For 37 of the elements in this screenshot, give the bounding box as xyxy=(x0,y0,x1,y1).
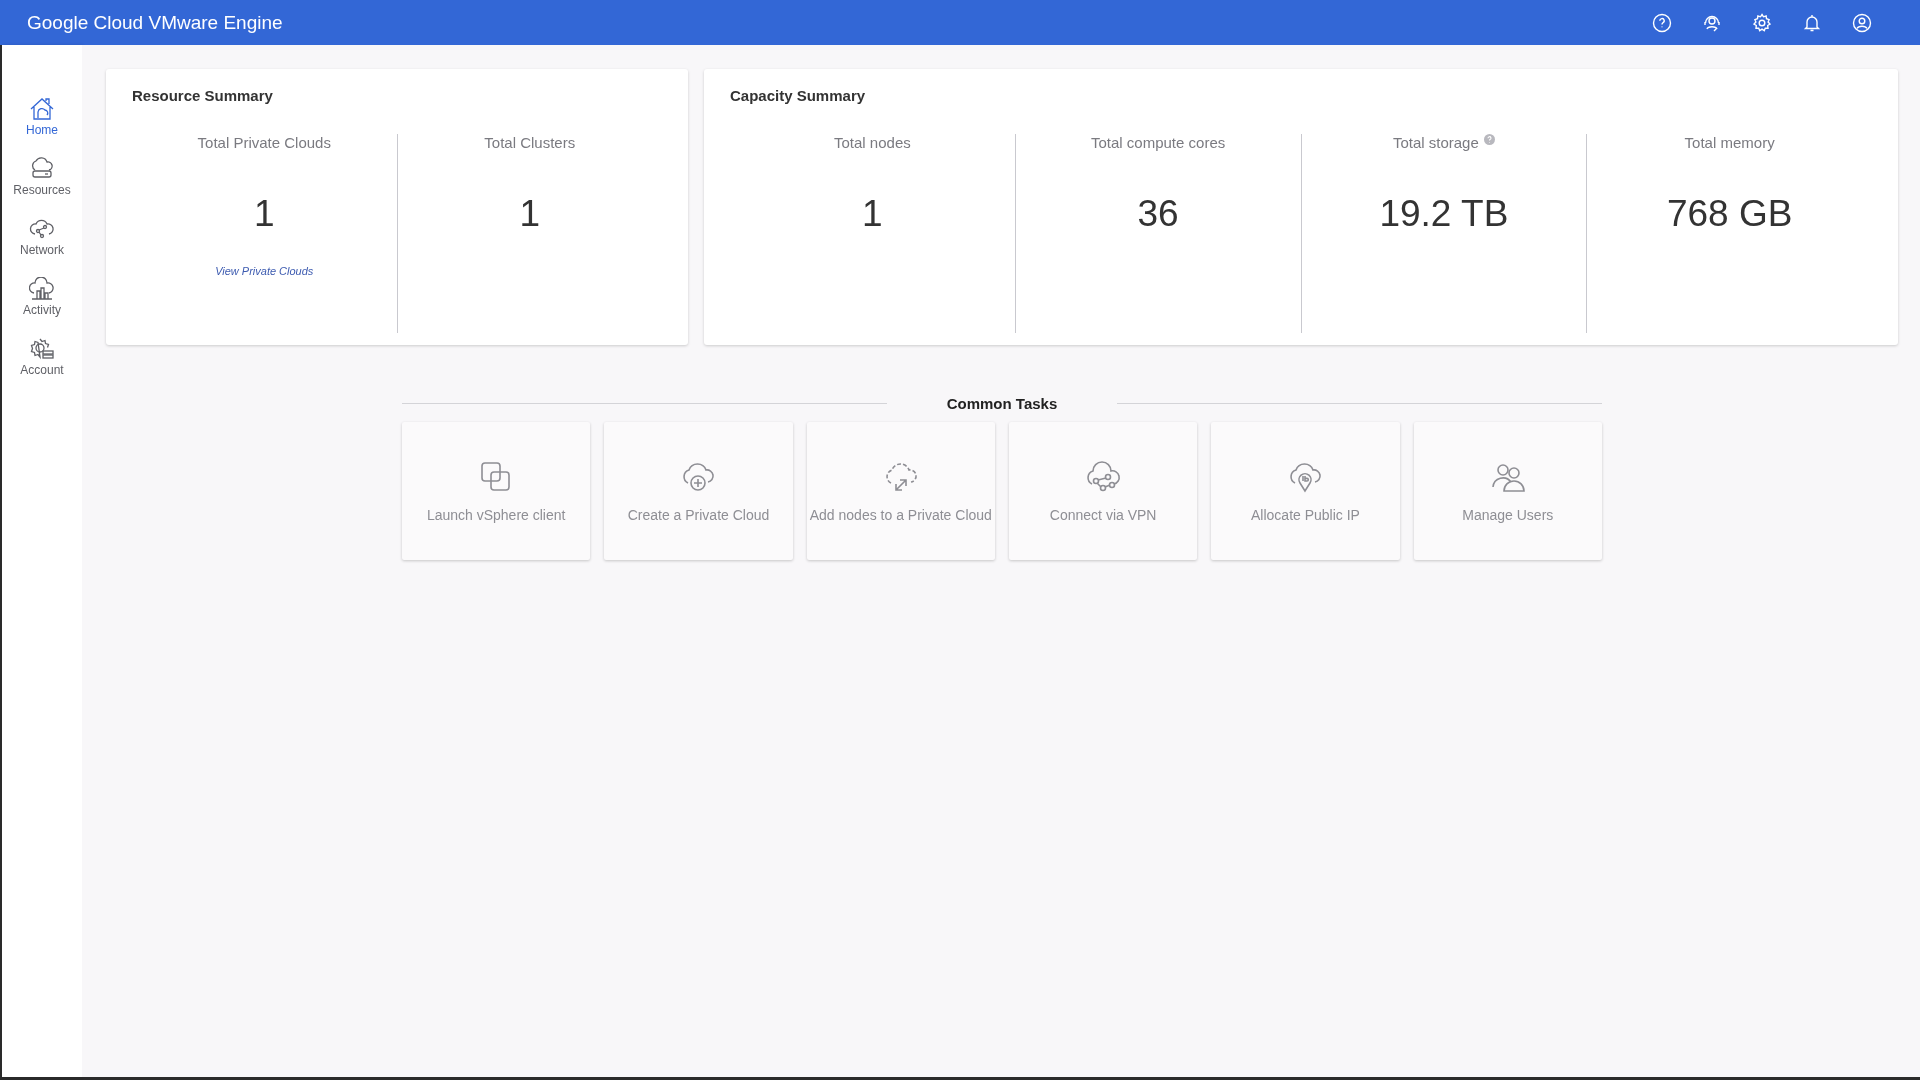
card-title: Resource Summary xyxy=(132,87,274,104)
stat-label: Total memory xyxy=(1684,134,1775,151)
cloud-chart-icon xyxy=(29,277,55,301)
task-tile[interactable]: Connect via VPN xyxy=(1009,422,1198,560)
stat-label: Total compute cores xyxy=(1091,134,1226,151)
task-tile[interactable]: Add nodes to a Private Cloud xyxy=(806,422,995,560)
section-title: Common Tasks xyxy=(946,395,1058,412)
stat-value: 1 xyxy=(253,193,275,235)
nav-item[interactable]: Activity xyxy=(21,275,63,319)
task-tile[interactable]: Allocate Public IP xyxy=(1211,422,1400,560)
stat-label: Total Clusters xyxy=(484,134,576,151)
bell-icon[interactable] xyxy=(1802,12,1822,33)
stat-value: 1 xyxy=(519,193,541,235)
stat-label: Total storage xyxy=(1392,134,1479,151)
account-icon[interactable] xyxy=(1852,12,1872,33)
cloud-network-icon xyxy=(29,217,55,241)
house-icon xyxy=(29,97,55,121)
stat-value: 768 GB xyxy=(1666,193,1793,235)
card-title: Capacity Summary xyxy=(730,87,867,104)
gear-server-icon xyxy=(29,337,55,361)
task-tile[interactable]: Create a Private Cloud xyxy=(604,422,793,560)
stat-value: 19.2 TB xyxy=(1379,193,1509,235)
nav-item[interactable]: Network xyxy=(18,215,66,259)
nav-item[interactable]: Account xyxy=(18,335,66,379)
help-icon[interactable] xyxy=(1652,12,1672,33)
stat-value: 36 xyxy=(1137,193,1179,235)
task-tile[interactable]: Launch vSphere client xyxy=(402,422,591,560)
task-tile[interactable]: Manage Users xyxy=(1413,422,1602,560)
nav-item[interactable]: Resources xyxy=(11,155,73,199)
stat-label: Total nodes xyxy=(834,134,911,151)
stat-value: 1 xyxy=(862,193,883,235)
nav-item[interactable]: Home xyxy=(24,95,60,139)
view-link[interactable]: View Private Clouds xyxy=(215,265,314,277)
cloud-server-icon xyxy=(29,157,55,181)
app-title: Google Cloud VMware Engine xyxy=(27,11,283,34)
settings-icon[interactable] xyxy=(1752,12,1772,33)
stat-label: Total Private Clouds xyxy=(197,134,331,151)
